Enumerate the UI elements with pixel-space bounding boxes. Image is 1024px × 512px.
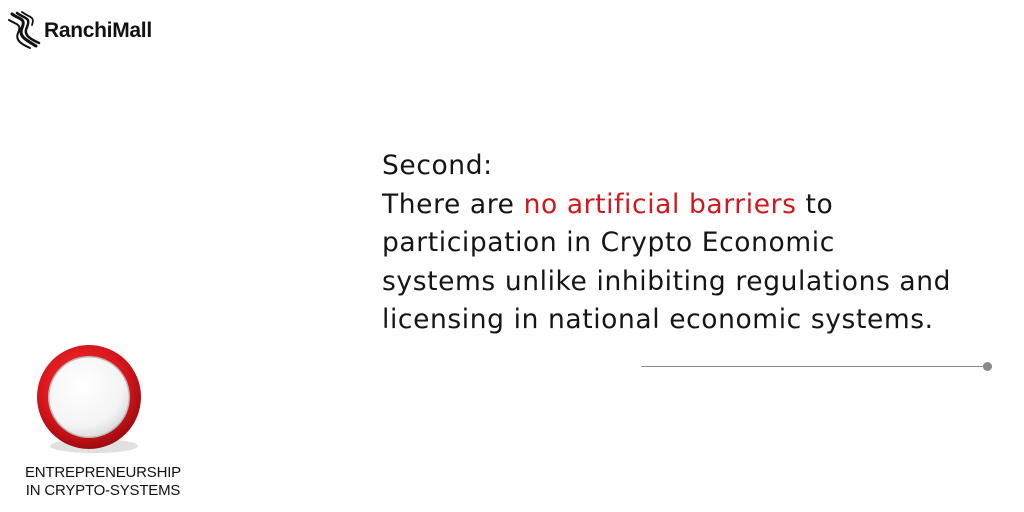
quote-line-2: participation in Crypto Economic	[382, 227, 835, 258]
divider-dot	[983, 362, 992, 371]
quote-line-1-end: to	[796, 188, 834, 220]
slide: RanchiMall Second: There are no artifici…	[0, 0, 1024, 512]
quote-heading: Second:	[382, 150, 493, 181]
badge-caption: ENTREPRENEURSHIP IN CRYPTO-SYSTEMS	[6, 464, 200, 500]
brand-logo: RanchiMall	[8, 10, 152, 50]
quote-text: Second: There are no artificial barriers…	[382, 147, 1014, 340]
quote-highlight: no artificial barriers	[523, 188, 797, 220]
brand-name: RanchiMall	[44, 19, 152, 42]
quote-line-1: There are no artificial barriers to	[382, 186, 1014, 225]
badge-caption-line-1: ENTREPRENEURSHIP	[25, 464, 181, 481]
quote-line-4: licensing in national economic systems.	[382, 304, 934, 335]
badge-circle-icon	[37, 345, 141, 453]
badge-caption-line-2: IN CRYPTO-SYSTEMS	[25, 482, 181, 499]
divider-line	[641, 366, 985, 367]
ranchimall-logo-icon	[8, 11, 41, 49]
quote-line-3: systems unlike inhibiting regulations an…	[382, 265, 952, 297]
quote-line-1-start: There are	[382, 188, 524, 220]
